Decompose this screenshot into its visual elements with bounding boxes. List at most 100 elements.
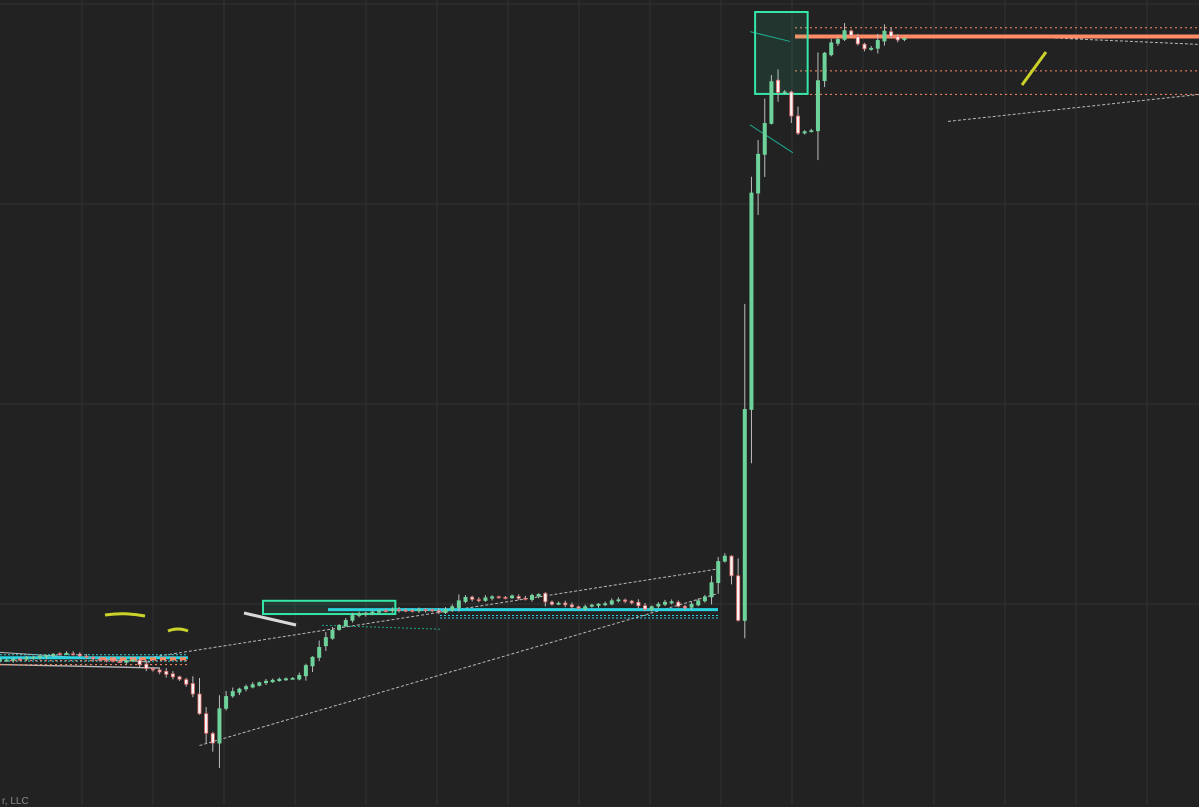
- bear-candle-body: [789, 91, 794, 117]
- bear-candle-body: [423, 609, 428, 612]
- bear-candle-body: [516, 596, 521, 599]
- bull-candle-body: [124, 660, 129, 663]
- bull-candle-body: [257, 682, 262, 686]
- bear-candle-body: [396, 609, 401, 612]
- bear-candle-body: [523, 597, 528, 600]
- bull-candle-body: [11, 658, 16, 661]
- bear-candle-body: [862, 43, 867, 50]
- bull-candle-body: [310, 656, 315, 667]
- bull-candle-body: [829, 42, 834, 56]
- bull-candle-body: [709, 582, 714, 598]
- bear-candle-body: [190, 683, 195, 695]
- bear-candle-body: [91, 657, 96, 660]
- bear-candle-body: [796, 115, 801, 134]
- bear-candle-body: [157, 669, 162, 673]
- footer-brand-text: r, LLC: [2, 796, 29, 807]
- chart-background: [0, 0, 1199, 805]
- bull-candle-body: [363, 612, 368, 615]
- bear-candle-body: [476, 599, 481, 602]
- bull-candle-body: [297, 674, 302, 680]
- bull-candle-body: [669, 601, 674, 604]
- bear-candle-body: [496, 596, 501, 599]
- bull-candle-body: [283, 678, 288, 681]
- bear-candle-body: [643, 605, 648, 610]
- bull-candle-body: [782, 91, 787, 94]
- bull-candle-body: [756, 153, 761, 194]
- bull-candle-body: [536, 594, 541, 597]
- bear-candle-body: [576, 606, 581, 609]
- bear-candle-body: [204, 713, 209, 734]
- bear-candle-body: [144, 663, 149, 669]
- bull-candle-body: [822, 52, 827, 82]
- bear-candle-body: [895, 35, 900, 41]
- bull-candle-body: [842, 30, 847, 40]
- bear-candle-body: [197, 693, 202, 715]
- bear-candle-body: [543, 592, 548, 603]
- bull-candle-body: [270, 679, 275, 683]
- bull-candle-body: [44, 655, 49, 658]
- bear-candle-body: [97, 658, 102, 661]
- bull-candle-body: [250, 684, 255, 688]
- bull-candle-body: [875, 40, 880, 49]
- bull-candle-body: [343, 620, 348, 627]
- bull-candle-body: [64, 652, 69, 655]
- bull-candle-body: [589, 604, 594, 607]
- bull-candle-body: [263, 680, 268, 684]
- bull-candle-body: [244, 686, 249, 690]
- bull-candle-body: [450, 606, 455, 611]
- bull-candle-body: [51, 653, 56, 656]
- bear-candle-body: [676, 601, 681, 607]
- bear-candle-body: [563, 602, 568, 606]
- bear-candle-body: [164, 671, 169, 675]
- bull-candle-body: [490, 596, 495, 599]
- bull-candle-body: [37, 655, 42, 659]
- bull-candle-body: [224, 696, 229, 709]
- bull-candle-body: [303, 665, 308, 677]
- bear-candle-body: [210, 733, 215, 744]
- bear-candle-body: [549, 601, 554, 605]
- bull-candle-body: [815, 80, 820, 132]
- bear-candle-body: [729, 555, 734, 577]
- bull-candle-body: [609, 600, 614, 605]
- bull-candle-body: [337, 624, 342, 630]
- price-chart[interactable]: [0, 0, 1199, 805]
- bull-candle-body: [722, 555, 727, 562]
- bear-candle-body: [84, 655, 89, 658]
- bear-candle-body: [184, 679, 189, 685]
- bull-candle-body: [762, 122, 767, 155]
- bear-candle-body: [430, 609, 435, 612]
- bear-candle-body: [503, 596, 508, 599]
- bull-candle-body: [24, 657, 29, 660]
- bear-candle-body: [736, 575, 741, 621]
- bear-candle-body: [470, 596, 475, 600]
- bull-candle-body: [330, 629, 335, 639]
- bull-candle-body: [742, 409, 747, 621]
- bear-candle-body: [177, 676, 182, 680]
- bull-candle-body: [769, 81, 774, 124]
- bull-candle-body: [483, 597, 488, 601]
- bull-candle-body: [749, 192, 754, 410]
- bull-candle-body: [716, 561, 721, 584]
- bull-candle-body: [377, 610, 382, 613]
- bull-candle-body: [290, 677, 295, 680]
- bull-candle-body: [809, 130, 814, 133]
- bear-candle-body: [150, 668, 155, 671]
- bear-candle-body: [636, 601, 641, 607]
- bear-candle-body: [383, 610, 388, 612]
- bull-candle-body: [882, 30, 887, 42]
- bear-candle-body: [403, 609, 408, 612]
- bear-candle-body: [71, 653, 76, 656]
- bull-candle-body: [869, 47, 874, 50]
- bear-candle-body: [776, 79, 781, 93]
- bear-candle-body: [436, 610, 441, 613]
- bull-candle-body: [317, 647, 322, 658]
- bear-candle-body: [849, 30, 854, 36]
- bull-candle-body: [702, 596, 707, 602]
- bull-candle-body: [663, 601, 668, 605]
- bull-candle-body: [130, 659, 135, 662]
- bull-candle-body: [583, 606, 588, 610]
- bull-candle-body: [350, 615, 355, 621]
- bull-candle-body: [556, 602, 561, 605]
- bear-candle-body: [57, 653, 62, 656]
- bear-candle-body: [410, 610, 415, 612]
